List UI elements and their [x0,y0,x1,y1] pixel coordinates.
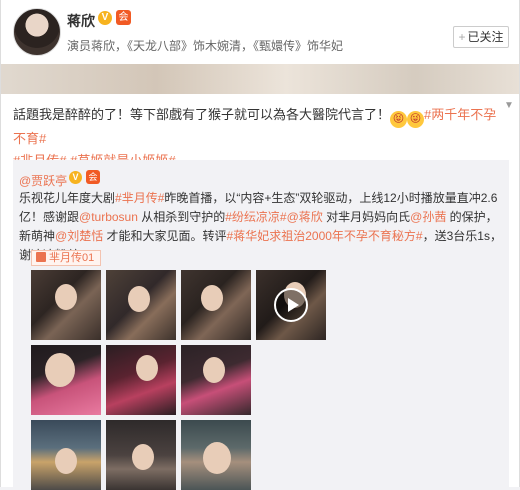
post-body: 話題我是醉醉的了！等下部戲有了猴子就可以為各大醫院代言了！ [13,107,391,122]
emoji-wink-icon: 😜 [407,111,425,128]
thumbnail-figure [201,285,223,311]
repost-author[interactable]: @贾跃亭 [19,172,67,189]
video-tag[interactable]: 芈月传01 [31,250,102,266]
follow-label: 已关注 [467,30,504,44]
text-segment: 对芈月妈妈向氏 [322,210,411,224]
thumbnail-figure [136,355,158,381]
topic-link[interactable]: #芈月传# [115,191,164,205]
thumbnail-figure [203,357,225,383]
emoji-tongue-icon: 😝 [390,111,408,128]
image-thumbnail[interactable] [31,270,101,340]
text-segment: 乐视花儿年度大剧 [19,191,116,205]
mention-link[interactable]: @刘楚恬 [55,229,103,243]
post-header: 蒋欣 V 会 演员蒋欣，《天龙八部》饰木婉清，《甄嬛传》饰华妃 + 已关注 [1,0,519,64]
image-thumbnail[interactable] [106,270,176,340]
image-thumbnail[interactable] [181,270,251,340]
video-tag-label: 芈月传01 [49,252,95,264]
image-thumbnail[interactable] [181,345,251,415]
image-thumbnail[interactable] [106,420,176,490]
member-badge-icon: 会 [116,10,131,25]
verified-badge-icon: V [98,11,112,25]
image-thumbnail[interactable] [181,420,251,490]
header-banner-image [1,64,519,94]
avatar[interactable] [13,8,61,56]
weibo-card: 蒋欣 V 会 演员蒋欣，《天龙八部》饰木婉清，《甄嬛传》饰华妃 + 已关注 ▼ 話… [0,0,520,490]
verified-badge-icon: V [69,171,82,184]
image-thumbnail[interactable] [31,345,101,415]
thumbnail-figure [132,444,154,470]
mention-link[interactable]: @孙茜 [410,210,446,224]
image-thumbnail[interactable] [31,420,101,490]
author-name[interactable]: 蒋欣 [67,11,95,31]
text-segment: 才能和大家见面。转评 [103,229,227,243]
thumbnail-figure [55,284,77,310]
text-segment: 从相杀到守护的 [137,210,226,224]
play-icon[interactable] [274,288,308,322]
image-thumbnail[interactable] [106,345,176,415]
thumbnail-figure [45,353,75,387]
topic-link[interactable]: #纷纭凉凉# [225,210,286,224]
author-bio: 演员蒋欣，《天龙八部》饰木婉清，《甄嬛传》饰华妃 [67,39,344,53]
member-badge-icon: 会 [86,170,100,184]
plus-icon: + [458,30,466,44]
topic-link[interactable]: #蒋华妃求祖治2000年不孕不育秘方# [227,229,423,243]
film-icon [36,252,46,262]
mention-link[interactable]: @turbosun [79,210,138,224]
mention-link[interactable]: @蒋欣 [287,210,323,224]
thumbnail-figure [55,448,77,474]
follow-button[interactable]: + 已关注 [453,26,509,48]
thumbnail-figure [203,442,231,474]
thumbnail-figure [128,286,150,312]
